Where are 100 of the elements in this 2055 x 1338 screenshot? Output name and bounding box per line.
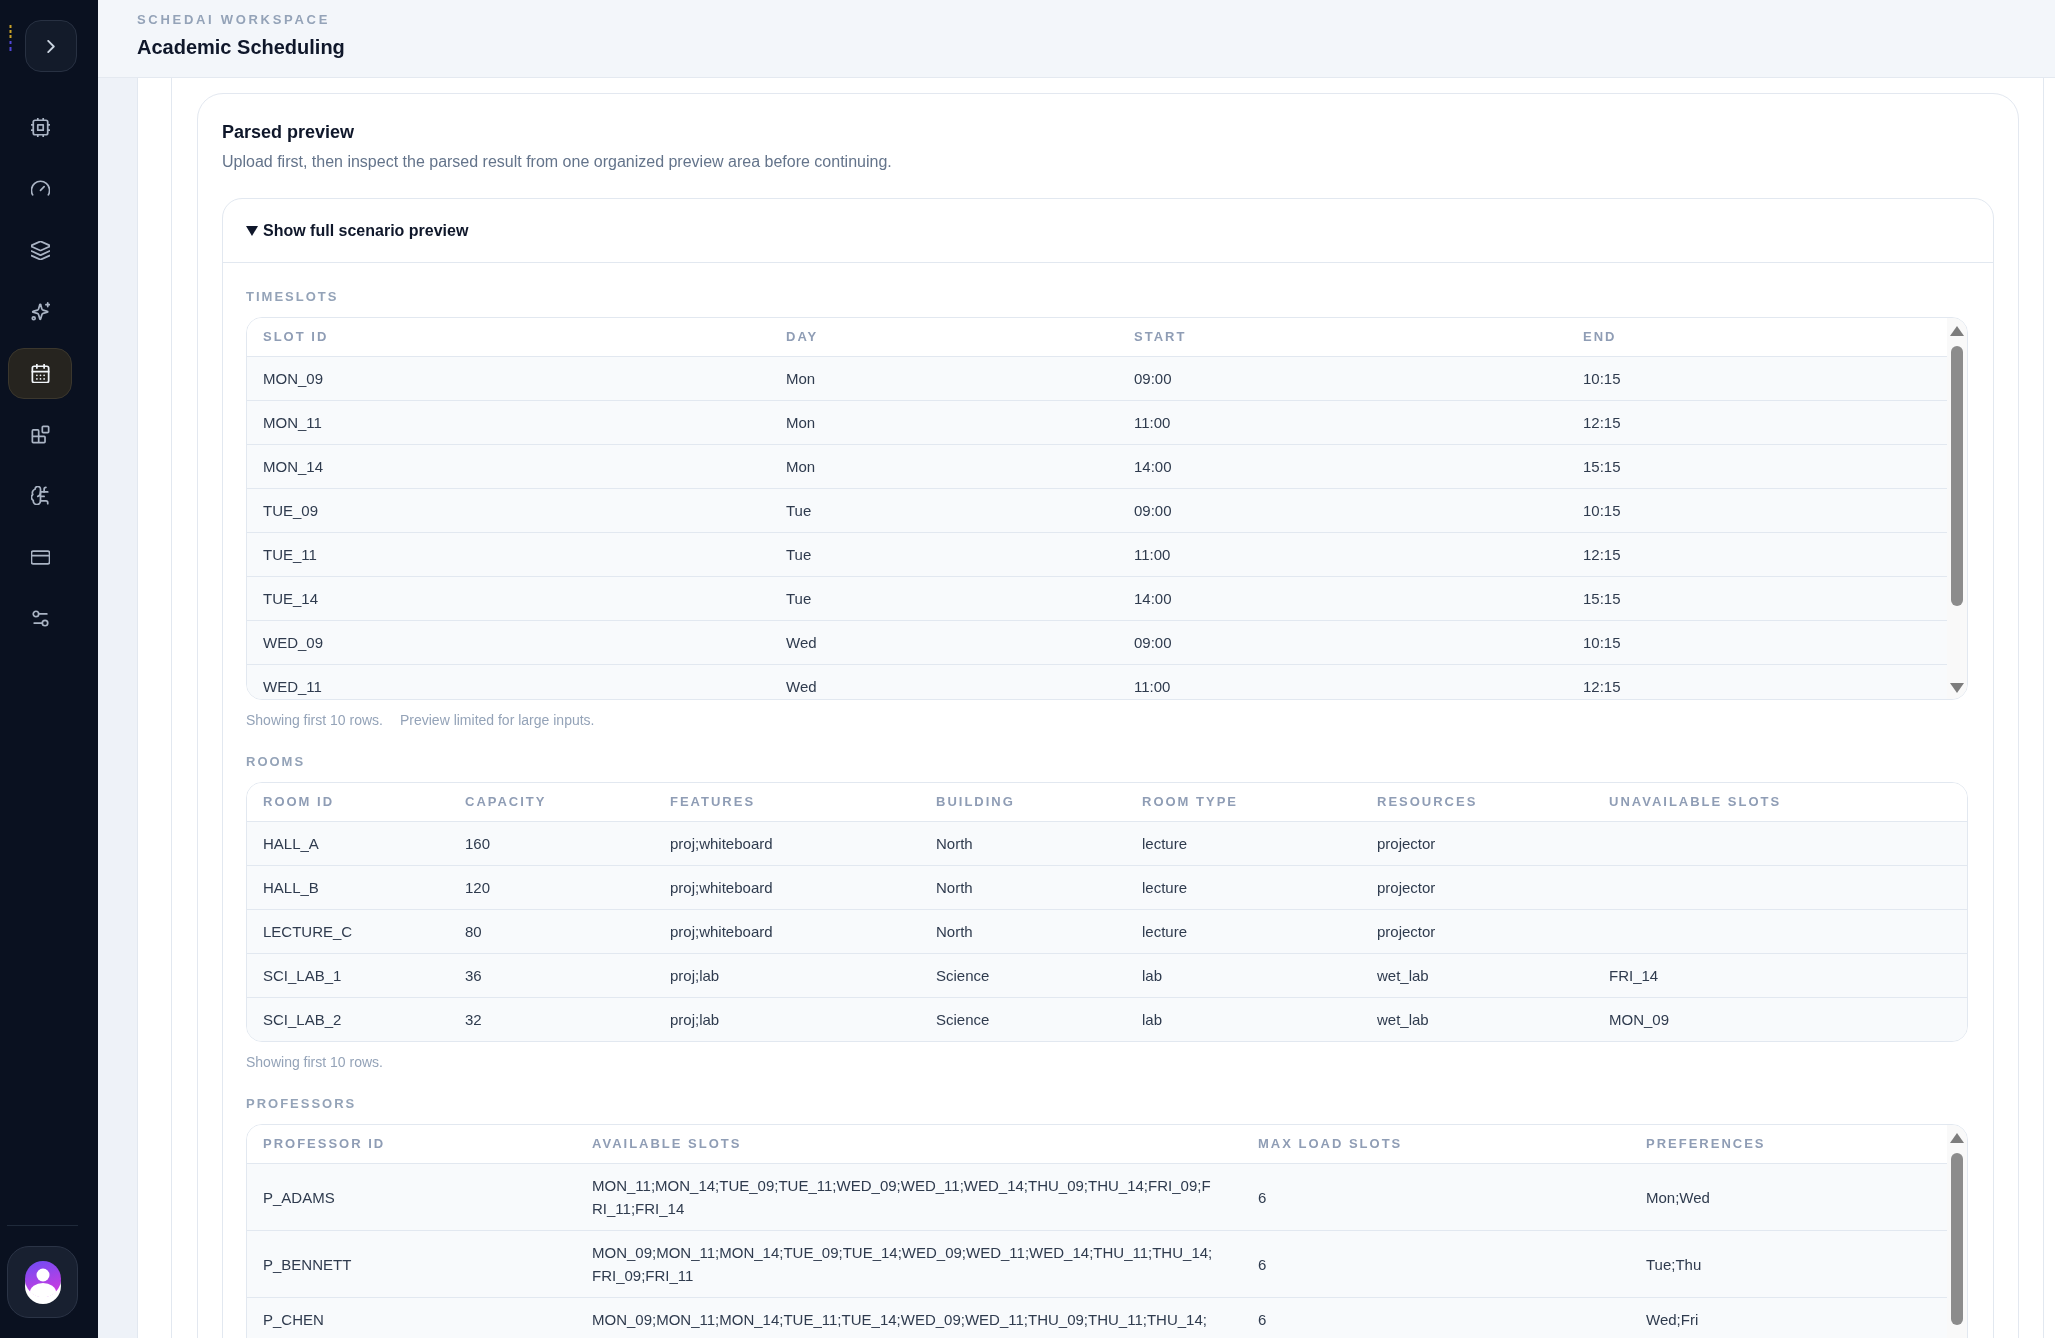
- table-cell: 12:15: [1567, 401, 1947, 445]
- table-cell: Mon: [770, 401, 1118, 445]
- table-cell: MON_09;MON_11;MON_14;TUE_09;TUE_14;WED_09;WED_11;WED_14;THU_11;THU_14;FRI_09;FRI_11: [576, 1231, 1242, 1298]
- table-cell: 09:00: [1118, 489, 1567, 533]
- column-header: UNAVAILABLE SLOTS: [1593, 783, 1967, 822]
- page-title: Academic Scheduling: [137, 35, 346, 60]
- table-cell: FRI_14: [1593, 954, 1967, 998]
- table-note: Preview limited for large inputs.: [399, 711, 595, 729]
- table-cell: 6: [1242, 1164, 1630, 1231]
- table-cell: Tue;Thu: [1630, 1231, 1947, 1298]
- section-title: ROOMS: [246, 753, 307, 770]
- table-cell: proj;lab: [654, 998, 920, 1041]
- scroll-up-icon[interactable]: [1950, 326, 1964, 336]
- table-cell: 10:15: [1567, 357, 1947, 401]
- table-cell: 14:00: [1118, 445, 1567, 489]
- preview-toggle[interactable]: Show full scenario preview: [223, 199, 1993, 263]
- table-cell: 36: [449, 954, 654, 998]
- table-cell: 10:15: [1567, 621, 1947, 665]
- table-cell: P_CHEN: [247, 1298, 576, 1338]
- table-cell: 09:00: [1118, 357, 1567, 401]
- chevron-icon: [47, 39, 55, 53]
- table-cell: lab: [1126, 998, 1361, 1041]
- table-cell: 32: [449, 998, 654, 1041]
- sparkles-icon[interactable]: [30, 302, 50, 322]
- table-cell: proj;lab: [654, 954, 920, 998]
- card-title: Parsed preview: [222, 121, 356, 143]
- table-cell: P_BENNETT: [247, 1231, 576, 1298]
- table-cell: 6: [1242, 1231, 1630, 1298]
- calendar-icon: [30, 363, 50, 383]
- table-cell: 10:15: [1567, 489, 1947, 533]
- table-cell: Tue: [770, 489, 1118, 533]
- scrollbar[interactable]: [1947, 318, 1967, 699]
- table-note: Showing first 10 rows.: [246, 1053, 383, 1071]
- sliders-icon[interactable]: [30, 609, 50, 629]
- table-cell: 6: [1242, 1298, 1630, 1338]
- avatar-icon: [24, 1260, 61, 1304]
- table-cell: TUE_14: [247, 577, 770, 621]
- table-cell: 12:15: [1567, 533, 1947, 577]
- table-cell: HALL_B: [247, 866, 449, 910]
- table-cell: 15:15: [1567, 577, 1947, 621]
- section-title: PROFESSORS: [246, 1095, 358, 1112]
- column-header: PROFESSOR ID: [247, 1125, 576, 1164]
- table-cell: MON_11: [247, 401, 770, 445]
- table-cell: lab: [1126, 954, 1361, 998]
- table-cell: WED_09: [247, 621, 770, 665]
- table-cell: Wed;Fri: [1630, 1298, 1947, 1338]
- table-cell: lecture: [1126, 822, 1361, 866]
- table-cell: Mon;Wed: [1630, 1164, 1947, 1231]
- table-cell: proj;whiteboard: [654, 822, 920, 866]
- table-cell: MON_11;MON_14;TUE_09;TUE_11;WED_09;WED_11;WED_14;THU_09;THU_14;FRI_09;FRI_11;FRI_14: [576, 1164, 1242, 1231]
- brain-icon[interactable]: [30, 486, 50, 506]
- table-cell: Science: [920, 954, 1126, 998]
- scrollbar-thumb[interactable]: [1951, 346, 1963, 606]
- workspace-label: SCHEDAI WORKSPACE: [137, 12, 331, 28]
- blocks-icon[interactable]: [30, 424, 50, 444]
- column-header: SLOT ID: [247, 318, 770, 357]
- table-cell: Mon: [770, 357, 1118, 401]
- table-cell: wet_lab: [1361, 954, 1593, 998]
- table-cell: WED_11: [247, 665, 770, 699]
- table-cell: HALL_A: [247, 822, 449, 866]
- scroll-up-icon[interactable]: [1950, 1133, 1964, 1143]
- table-cell: North: [920, 910, 1126, 954]
- table-cell: TUE_09: [247, 489, 770, 533]
- table-cell: MON_14: [247, 445, 770, 489]
- table-cell: 12:15: [1567, 665, 1947, 699]
- table-cell: Wed: [770, 665, 1118, 699]
- column-header: ROOM ID: [247, 783, 449, 822]
- table-cell: North: [920, 866, 1126, 910]
- table-cell: 14:00: [1118, 577, 1567, 621]
- table-cell: SCI_LAB_2: [247, 998, 449, 1041]
- table-cell: lecture: [1126, 866, 1361, 910]
- scrollbar-thumb[interactable]: [1951, 1153, 1963, 1325]
- table-cell: projector: [1361, 822, 1593, 866]
- table-cell: P_ADAMS: [247, 1164, 576, 1231]
- table-cell: proj;whiteboard: [654, 866, 920, 910]
- table-cell: Tue: [770, 577, 1118, 621]
- card-icon[interactable]: [30, 547, 50, 567]
- card-description: Upload first, then inspect the parsed result from one organized preview area before continuing.: [222, 152, 893, 172]
- table-note: Showing first 10 rows.: [246, 711, 383, 729]
- table-cell: LECTURE_C: [247, 910, 449, 954]
- table-cell: proj;whiteboard: [654, 910, 920, 954]
- table-cell: Mon: [770, 445, 1118, 489]
- table-cell: North: [920, 822, 1126, 866]
- table-cell: Wed: [770, 621, 1118, 665]
- logo-mark-icon: [9, 25, 12, 51]
- table-cell: MON_09: [247, 357, 770, 401]
- table-cell: MON_09;MON_11;MON_14;TUE_11;TUE_14;WED_09;WED_11;THU_09;THU_11;THU_14;: [576, 1298, 1242, 1338]
- layers-icon[interactable]: [30, 240, 50, 260]
- table-cell: 11:00: [1118, 665, 1567, 699]
- gauge-icon[interactable]: [30, 179, 50, 199]
- table-cell: projector: [1361, 910, 1593, 954]
- table-cell: 120: [449, 866, 654, 910]
- chip-icon[interactable]: [30, 118, 50, 137]
- account-button[interactable]: [7, 1246, 78, 1318]
- table-cell: 15:15: [1567, 445, 1947, 489]
- table-cell: Science: [920, 998, 1126, 1041]
- table-cell: SCI_LAB_1: [247, 954, 449, 998]
- scroll-down-icon[interactable]: [1950, 683, 1964, 693]
- table-cell: 11:00: [1118, 533, 1567, 577]
- sidebar-item[interactable]: [8, 347, 72, 399]
